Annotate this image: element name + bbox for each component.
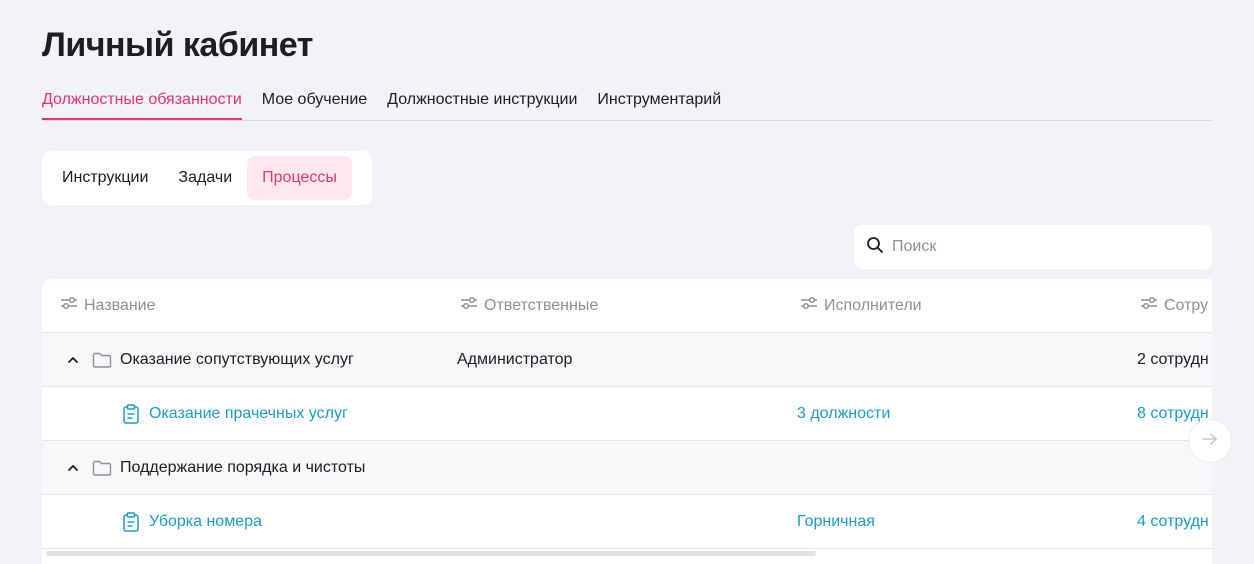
column-label: Название	[84, 296, 156, 314]
search-input[interactable]	[890, 237, 1194, 257]
horizontal-scrollbar[interactable]	[46, 551, 816, 556]
row-executors-link[interactable]: 3 должности	[797, 387, 890, 440]
row-employees: 2 сотрудн	[1137, 350, 1209, 368]
folder-icon	[92, 441, 112, 494]
column-label: Ответственные	[484, 296, 599, 314]
tab-tools[interactable]: Инструментарий	[597, 86, 721, 119]
segment-processes[interactable]: Процессы	[247, 156, 352, 200]
table-row-item: Оказание прачечных услуг 3 должности 8 с…	[42, 387, 1212, 441]
row-employees-link[interactable]: 4 сотрудн	[1137, 495, 1209, 548]
table-header: Название Ответственные Исполнители Сотру	[42, 279, 1212, 333]
filter-icon	[1140, 296, 1164, 315]
expand-toggle[interactable]	[66, 333, 80, 386]
tab-duties[interactable]: Должностные обязанности	[42, 86, 242, 120]
scroll-right-button[interactable]	[1188, 419, 1232, 463]
page-title: Личный кабинет	[42, 26, 313, 64]
row-name[interactable]: Оказание сопутствующих услуг	[120, 333, 354, 386]
expand-toggle[interactable]	[66, 441, 80, 494]
clipboard-icon	[122, 495, 140, 548]
folder-icon	[92, 333, 112, 386]
filter-icon	[460, 296, 484, 315]
column-header-employees[interactable]: Сотру	[1140, 279, 1208, 332]
chevron-up-icon	[66, 353, 80, 367]
main-tabs: Должностные обязанности Мое обучение Дол…	[42, 86, 1212, 121]
search-icon	[866, 236, 884, 259]
search-box	[854, 225, 1212, 269]
segment-instructions[interactable]: Инструкции	[47, 156, 163, 200]
row-executors-link[interactable]: Горничная	[797, 495, 875, 548]
table-row-item: Уборка номера Горничная 4 сотрудн	[42, 495, 1212, 549]
segment-control: Инструкции Задачи Процессы	[42, 151, 372, 205]
tab-job-instructions[interactable]: Должностные инструкции	[387, 86, 577, 119]
table-row-group: Поддержание порядка и чистоты	[42, 441, 1212, 495]
segment-tasks[interactable]: Задачи	[163, 156, 247, 200]
table-row-group: Оказание сопутствующих услуг Администрат…	[42, 333, 1212, 387]
filter-icon	[800, 296, 824, 315]
column-label: Исполнители	[824, 296, 922, 314]
row-name-link[interactable]: Уборка номера	[149, 495, 262, 548]
column-label: Сотру	[1164, 296, 1209, 314]
row-name[interactable]: Поддержание порядка и чистоты	[120, 441, 365, 494]
tab-my-learning[interactable]: Мое обучение	[262, 86, 367, 119]
processes-table: Название Ответственные Исполнители Сотру…	[42, 279, 1212, 564]
filter-icon	[60, 296, 84, 315]
clipboard-icon	[122, 387, 140, 440]
arrow-right-icon	[1201, 432, 1219, 451]
column-header-executors[interactable]: Исполнители	[800, 279, 922, 332]
column-header-name[interactable]: Название	[60, 279, 156, 332]
column-header-responsible[interactable]: Ответственные	[460, 279, 598, 332]
row-responsible: Администратор	[457, 350, 573, 368]
chevron-up-icon	[66, 461, 80, 475]
row-name-link[interactable]: Оказание прачечных услуг	[149, 387, 348, 440]
